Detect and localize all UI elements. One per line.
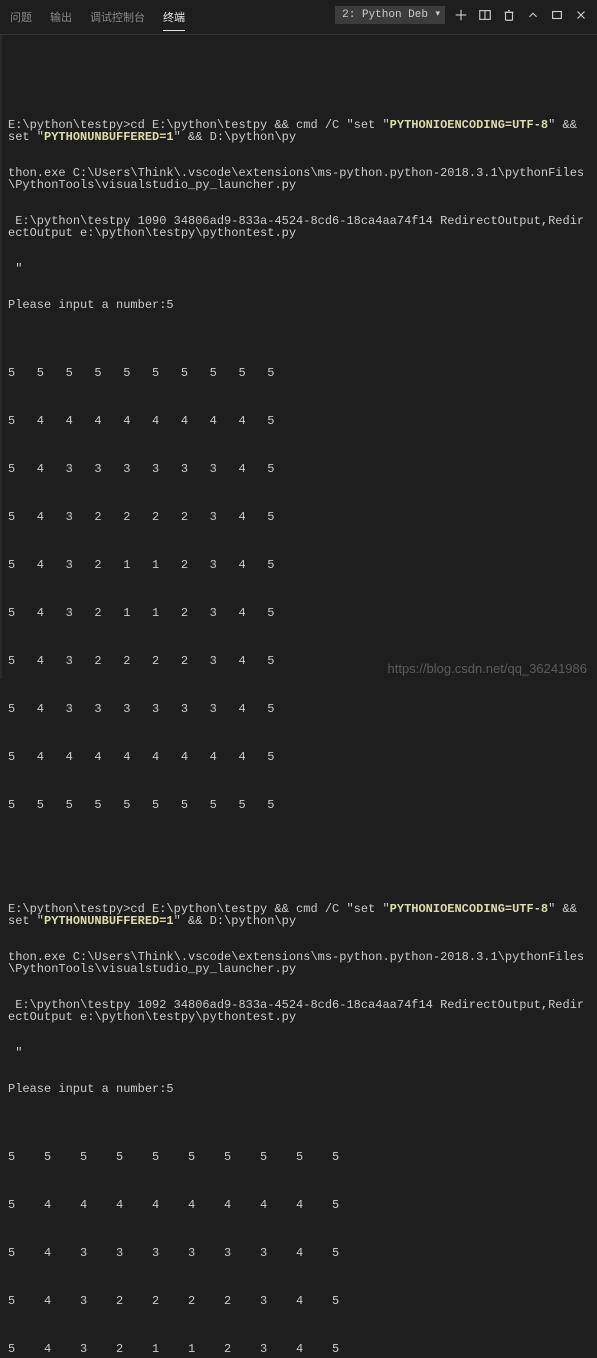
env-highlight: PYTHONUNBUFFERED=1 [44,130,174,144]
terminal-command-line: thon.exe C:\Users\Think\.vscode\extensio… [8,167,589,191]
maximize-panel-icon[interactable] [525,7,541,23]
watermark-text: https://blog.csdn.net/qq_36241986 [388,661,588,676]
env-highlight: PYTHONUNBUFFERED=1 [44,914,174,928]
grid-row: 5 4 4 4 4 4 4 4 4 5 [8,745,589,769]
grid-row: 5 4 3 3 3 3 3 3 4 5 [8,1241,589,1265]
panel-toolbar: 2: Python Deb [335,6,589,24]
close-panel-icon[interactable] [573,7,589,23]
grid-row: 5 4 3 2 1 1 2 3 4 5 [8,1337,589,1358]
tab-output[interactable]: 输出 [50,3,72,31]
tab-debug-console[interactable]: 调试控制台 [90,3,145,31]
tab-terminal[interactable]: 终端 [163,3,185,31]
tab-problems[interactable]: 问题 [10,3,32,31]
grid-row: 5 4 4 4 4 4 4 4 4 5 [8,409,589,433]
panel-header: 问题 输出 调试控制台 终端 2: Python Deb [0,0,597,35]
terminal-command-line: " [8,263,589,275]
restore-panel-icon[interactable] [549,7,565,23]
grid-row: 5 4 3 3 3 3 3 3 4 5 [8,457,589,481]
cmd-text: " && D:\python\py [174,130,296,144]
grid-row: 5 5 5 5 5 5 5 5 5 5 [8,361,589,385]
grid-row: 5 4 3 2 2 2 2 3 4 5 [8,505,589,529]
split-terminal-icon[interactable] [477,7,493,23]
cmd-text: " && D:\python\py [174,914,296,928]
terminal-command-line: thon.exe C:\Users\Think\.vscode\extensio… [8,951,589,975]
panel-tabs: 问题 输出 调试控制台 终端 [10,3,185,31]
grid-row: 5 4 3 2 1 1 2 3 4 5 [8,553,589,577]
grid-row: 5 4 3 2 2 2 2 3 4 5 [8,1289,589,1313]
grid-row: 5 5 5 5 5 5 5 5 5 5 [8,793,589,817]
terminal-command-line: " [8,1047,589,1059]
panel-left-border [0,0,2,679]
terminal-command-line: E:\python\testpy>cd E:\python\testpy && … [8,903,589,927]
grid-row: 5 4 3 3 3 3 3 3 4 5 [8,697,589,721]
new-terminal-icon[interactable] [453,7,469,23]
input-prompt: Please input a number:5 [8,1083,589,1095]
terminal-line [8,77,589,95]
terminal-command-line: E:\python\testpy 1092 34806ad9-833a-4524… [8,999,589,1023]
env-highlight: PYTHONIOENCODING=UTF-8 [390,118,548,132]
terminal-selector[interactable]: 2: Python Deb [335,6,445,24]
grid-row: 5 4 4 4 4 4 4 4 4 5 [8,1193,589,1217]
grid-row: 5 5 5 5 5 5 5 5 5 5 [8,1145,589,1169]
terminal-output[interactable]: E:\python\testpy>cd E:\python\testpy && … [0,35,597,1358]
input-prompt: Please input a number:5 [8,299,589,311]
output-grid: 5 5 5 5 5 5 5 5 5 5 5 4 4 4 4 4 4 4 4 5 … [8,337,589,841]
terminal-command-line: E:\python\testpy>cd E:\python\testpy && … [8,119,589,143]
grid-row: 5 4 3 2 1 1 2 3 4 5 [8,601,589,625]
env-highlight: PYTHONIOENCODING=UTF-8 [390,902,548,916]
terminal-command-line: E:\python\testpy 1090 34806ad9-833a-4524… [8,215,589,239]
kill-terminal-icon[interactable] [501,7,517,23]
output-grid: 5 5 5 5 5 5 5 5 5 5 5 4 4 4 4 4 4 4 4 5 … [8,1121,589,1358]
